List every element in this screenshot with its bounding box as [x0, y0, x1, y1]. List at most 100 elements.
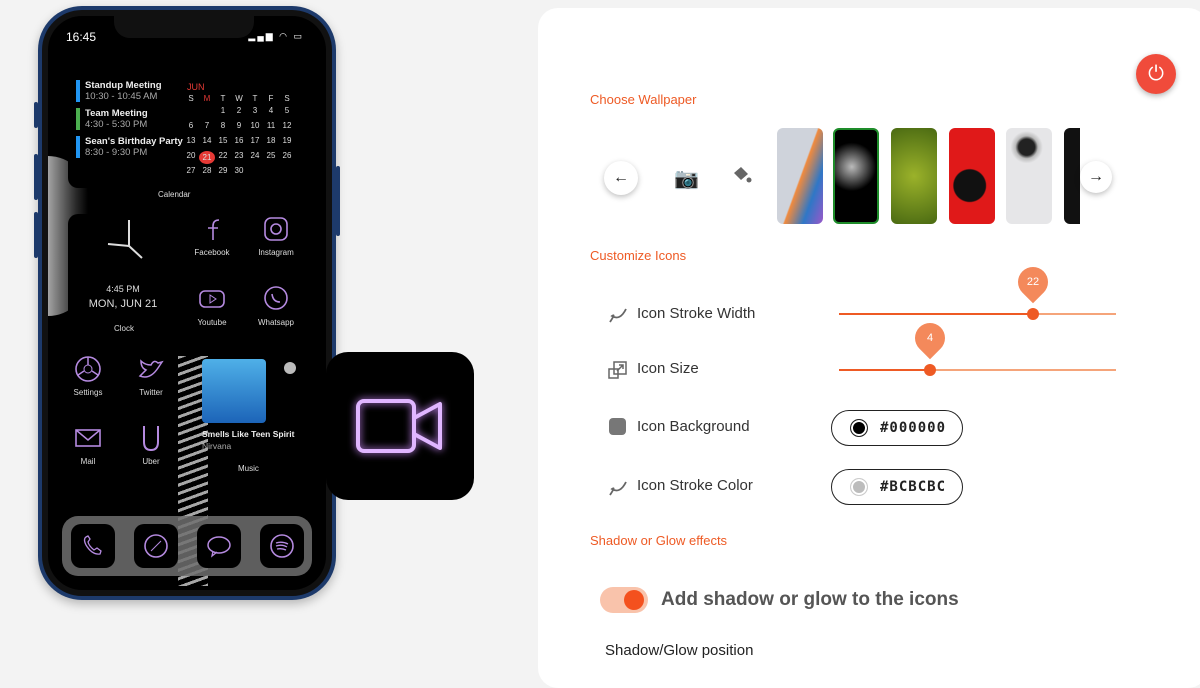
slider-thumb[interactable] [1026, 308, 1039, 320]
wallpaper-thumb[interactable] [777, 128, 823, 224]
dock [62, 516, 312, 576]
calendar-day[interactable]: 20 [183, 151, 199, 160]
icon-background-label: Icon Background [637, 418, 750, 435]
stroke-width-slider[interactable]: 22 [839, 260, 1116, 320]
calendar-day[interactable]: 3 [247, 106, 263, 115]
calendar-day[interactable]: 4 [263, 106, 279, 115]
wallpaper-thumb[interactable] [949, 128, 995, 224]
dock-compass-app[interactable] [134, 524, 178, 568]
calendar-day[interactable]: 5 [279, 106, 295, 115]
app-instagram[interactable]: Instagram [246, 214, 306, 257]
calendar-day[interactable]: 13 [183, 136, 199, 145]
calendar-day[interactable]: 16 [231, 136, 247, 145]
shadow-toggle[interactable] [600, 587, 648, 613]
icon-preview-tile [326, 352, 474, 500]
power-button[interactable]: ⏻ [1136, 54, 1176, 94]
calendar-day[interactable]: 11 [263, 121, 279, 130]
calendar-day[interactable]: 12 [279, 121, 295, 130]
dock-spotify-app[interactable] [260, 524, 304, 568]
calendar-day[interactable]: 6 [183, 121, 199, 130]
analog-clock-icon [107, 220, 143, 259]
color-dot [850, 478, 868, 496]
clock-widget[interactable]: 4:45 PM MON, JUN 21 [68, 214, 178, 324]
background-swatch-icon [609, 418, 626, 435]
slider-fill [839, 313, 1033, 315]
settings-icon [75, 356, 101, 382]
calendar-widget[interactable]: Standup Meeting 10:30 - 10:45 AM Team Meet… [68, 72, 318, 188]
app-label: Facebook [194, 248, 230, 257]
phone-side-button [34, 212, 38, 258]
calendar-day[interactable]: 8 [215, 121, 231, 130]
calendar-day[interactable]: 19 [279, 136, 295, 145]
slider-thumb[interactable] [924, 364, 937, 376]
calendar-event[interactable]: Standup Meeting 10:30 - 10:45 AM [76, 80, 162, 102]
phone-side-button [34, 102, 38, 128]
calendar-day[interactable]: 24 [247, 151, 263, 160]
calendar-event[interactable]: Sean's Birthday Party 8:30 - 9:30 PM [76, 136, 183, 158]
calendar-event[interactable]: Team Meeting 4:30 - 5:30 PM [76, 108, 148, 130]
add-photo-icon[interactable]: 📷 [674, 166, 699, 191]
event-title: Sean's Birthday Party [85, 136, 183, 147]
app-youtube[interactable]: Youtube [182, 284, 242, 327]
calendar-day[interactable]: 21 [199, 151, 215, 164]
calendar-day[interactable]: 30 [231, 166, 247, 175]
instagram-icon [264, 217, 288, 241]
wallpaper-thumb-selected[interactable] [833, 128, 879, 224]
dock-message-app[interactable] [197, 524, 241, 568]
calendar-day[interactable]: 26 [279, 151, 295, 160]
wallpaper-thumb[interactable] [1064, 128, 1080, 224]
calendar-day[interactable]: 2 [231, 106, 247, 115]
calendar-day[interactable]: 25 [263, 151, 279, 160]
whatsapp-icon [264, 286, 288, 310]
event-title: Standup Meeting [85, 80, 162, 91]
dock-phone-app[interactable] [71, 524, 115, 568]
calendar-day[interactable]: 23 [231, 151, 247, 160]
calendar-day[interactable]: 9 [231, 121, 247, 130]
calendar-day[interactable]: 14 [199, 136, 215, 145]
weekday-label: M [203, 94, 211, 103]
weekday-label: W [235, 94, 243, 103]
wallpaper-prev-button[interactable]: ← [604, 161, 638, 195]
mail-icon [75, 429, 101, 447]
app-mail[interactable]: Mail [58, 423, 118, 466]
music-label: Music [238, 464, 259, 473]
shadow-section-title: Shadow or Glow effects [590, 533, 728, 548]
event-time: 8:30 - 9:30 PM [85, 147, 148, 158]
spotify-icon [284, 362, 296, 374]
wallpaper-thumb[interactable] [891, 128, 937, 224]
youtube-icon [199, 290, 225, 308]
weekday-label: S [284, 94, 290, 103]
calendar-day[interactable]: 1 [215, 106, 231, 115]
calendar-day[interactable]: 15 [215, 136, 231, 145]
phone-preview: 16:45 ▂▄▆ ◠ ▭ Standup Meeting 10:30 - 10:… [34, 6, 340, 600]
icon-size-label: Icon Size [637, 360, 699, 377]
app-label: Youtube [197, 318, 227, 327]
calendar-day[interactable]: 28 [199, 166, 215, 175]
color-value: #000000 [880, 420, 947, 436]
calendar-day[interactable]: 7 [199, 121, 215, 130]
paint-bucket-icon[interactable] [731, 164, 753, 186]
icon-background-color-picker[interactable]: #000000 [831, 410, 964, 446]
wallpaper-next-button[interactable]: → [1080, 161, 1112, 193]
calendar-day[interactable]: 22 [215, 151, 231, 160]
event-time: 10:30 - 10:45 AM [85, 91, 158, 102]
calendar-day[interactable]: 27 [183, 166, 199, 175]
calendar-day[interactable]: 29 [215, 166, 231, 175]
slider-fill [839, 369, 931, 371]
calendar-month: JUN [187, 82, 205, 92]
app-settings[interactable]: Settings [58, 354, 118, 397]
app-uber[interactable]: Uber [121, 423, 181, 466]
calendar-day[interactable]: 17 [247, 136, 263, 145]
app-whatsapp[interactable]: Whatsapp [246, 284, 306, 327]
icon-size-slider[interactable]: 4 [839, 316, 1116, 376]
icon-stroke-color-label: Icon Stroke Color [637, 477, 753, 494]
app-twitter[interactable]: Twitter [121, 354, 181, 397]
weekday-label: S [188, 94, 194, 103]
app-facebook[interactable]: Facebook [182, 214, 242, 257]
status-icons: ▂▄▆ ◠ ▭ [248, 31, 304, 41]
calendar-day[interactable]: 18 [263, 136, 279, 145]
wallpaper-thumb[interactable] [1006, 128, 1052, 224]
calendar-day[interactable]: 10 [247, 121, 263, 130]
icon-stroke-color-picker[interactable]: #BCBCBC [831, 469, 964, 505]
color-dot [850, 419, 868, 437]
